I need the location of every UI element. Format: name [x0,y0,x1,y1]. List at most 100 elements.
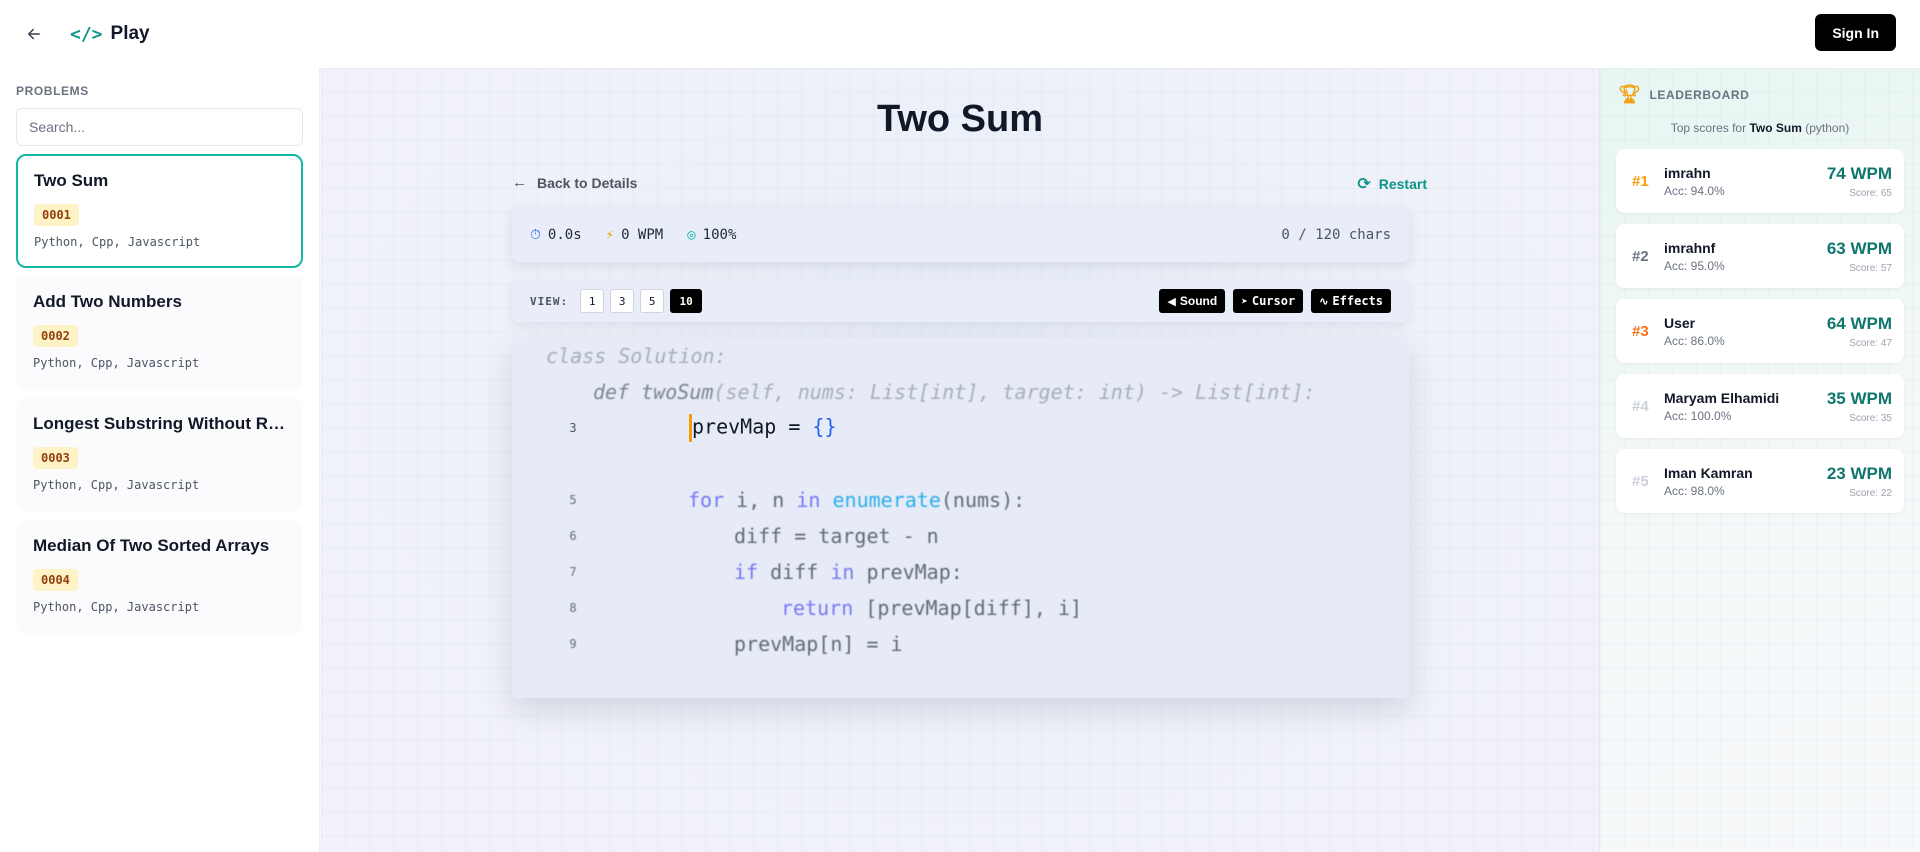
problem-list: Two Sum 0001 Python, Cpp, Javascript Add… [16,154,303,634]
line-number: 5 [569,493,577,507]
player-score: Score: 35 [1849,412,1892,424]
view-option-3[interactable]: 3 [610,289,635,313]
view-option-10[interactable]: 10 [670,289,703,313]
player-wpm: 64 WPM [1826,313,1892,333]
typing-area: Two Sum ← Back to Details ⟳ Restart ⏱ 0.… [321,68,1599,852]
problem-item-add-two-numbers[interactable]: Add Two Numbers 0002 Python, Cpp, Javasc… [16,276,303,390]
player-name: imrahn [1664,164,1711,181]
player-wpm: 74 WPM [1826,163,1892,183]
effects-label: Effects [1332,294,1383,308]
problem-item-longest-substring[interactable]: Longest Substring Without Re... 0003 Pyt… [16,398,303,512]
wpm-value: 0 WPM [621,226,664,243]
view-option-1[interactable]: 1 [580,289,605,313]
search-input[interactable] [16,108,303,146]
refresh-icon: ⟳ [1357,176,1371,193]
player-score: Score: 65 [1849,187,1892,199]
sound-label: Sound [1179,294,1218,308]
view-toolbar: VIEW: 1 3 5 10 ◀ Sound ➤ Cursor ∿ Effect… [512,280,1409,322]
player-score: Score: 57 [1849,262,1892,274]
problem-title: Add Two Numbers [33,292,182,311]
problem-languages: Python, Cpp, Javascript [33,600,200,614]
problem-title: Two Sum [34,171,109,190]
leaderboard-row[interactable]: #3 User Acc: 86.0% 64 WPM Score: 47 [1616,299,1904,363]
rank-label: #3 [1632,322,1649,340]
code-editor[interactable]: class Solution: def twoSum(self, nums: L… [512,338,1409,698]
sound-toggle[interactable]: ◀ Sound [1159,289,1226,313]
leaderboard-panel: 🏆︎ LEADERBOARD Top scores for Two Sum (p… [1599,68,1920,852]
leaderboard-subtitle: Top scores for Two Sum (python) [1670,121,1850,135]
restart-button[interactable]: ⟳ Restart [1357,174,1427,194]
leaderboard-row[interactable]: #1 imrahn Acc: 94.0% 74 WPM Score: 65 [1616,149,1904,213]
back-arrow-button[interactable] [24,24,44,44]
problem-title: Longest Substring Without Re... [33,414,286,433]
accuracy-stat: ◎ 100% [687,227,736,243]
leaderboard-heading: 🏆︎ LEADERBOARD [1618,84,1750,104]
problem-id-badge: 0001 [34,204,79,226]
problem-title: Median Of Two Sorted Arrays [33,536,270,555]
leaderboard-row[interactable]: #5 Iman Kamran Acc: 98.0% 23 WPM Score: 22 [1616,449,1904,513]
player-accuracy: Acc: 86.0% [1664,333,1725,348]
player-wpm: 35 WPM [1826,388,1892,408]
accuracy-value: 100% [702,226,737,243]
stats-bar: ⏱ 0.0s ⚡ 0 WPM ◎ 100% 0 / 120 chars [512,207,1409,262]
rank-label: #5 [1632,472,1649,490]
player-name: Maryam Elhamidi [1664,389,1780,406]
restart-label: Restart [1378,176,1427,192]
player-score: Score: 22 [1849,487,1892,499]
page-title: Two Sum [876,98,1044,140]
player-name: imrahnf [1664,239,1716,256]
player-accuracy: Acc: 94.0% [1664,183,1725,198]
cursor-label: Cursor [1251,294,1296,308]
problem-id-badge: 0004 [33,569,78,591]
line-number: 3 [569,421,577,435]
cursor-toggle[interactable]: ➤ Cursor [1233,289,1304,313]
player-accuracy: Acc: 95.0% [1664,258,1725,273]
player-accuracy: Acc: 98.0% [1664,483,1725,498]
view-label: VIEW: [530,294,569,308]
leaderboard-list: #1 imrahn Acc: 94.0% 74 WPM Score: 65 #2 i… [1616,149,1904,513]
view-option-5[interactable]: 5 [640,289,665,313]
line-number: 9 [569,637,577,651]
effects-toggle[interactable]: ∿ Effects [1311,289,1391,313]
wpm-stat: ⚡ 0 WPM [606,227,664,243]
brand-name: Play [110,23,150,44]
problem-id-badge: 0003 [33,447,78,469]
player-name: User [1664,314,1696,331]
problem-languages: Python, Cpp, Javascript [34,235,201,249]
cursor-icon: ➤ [1241,294,1248,308]
player-wpm: 63 WPM [1826,238,1892,258]
problem-item-two-sum[interactable]: Two Sum 0001 Python, Cpp, Javascript [16,154,303,268]
player-score: Score: 47 [1849,337,1892,349]
player-wpm: 23 WPM [1826,463,1892,483]
player-accuracy: Acc: 100.0% [1664,408,1732,423]
line-number: 6 [569,529,577,543]
target-icon: ◎ [687,226,696,243]
problems-sidebar: PROBLEMS Two Sum 0001 Python, Cpp, Javas… [0,68,320,852]
problem-id-badge: 0002 [33,325,78,347]
tool-buttons: ◀ Sound ➤ Cursor ∿ Effects [1151,289,1391,313]
back-to-details-label: Back to Details [537,174,638,191]
code-icon: </> [70,23,103,45]
rank-label: #1 [1632,172,1649,190]
brand[interactable]: </> Play [70,23,150,45]
trophy-icon: 🏆︎ [1618,84,1642,104]
player-name: Iman Kamran [1664,464,1753,481]
sidebar-heading: PROBLEMS [16,84,89,98]
arrow-left-icon: ← [512,174,527,191]
timer-stat: ⏱ 0.0s [530,227,582,243]
back-to-details-link[interactable]: ← Back to Details [512,174,637,191]
sign-in-button[interactable]: Sign In [1815,14,1896,51]
problem-languages: Python, Cpp, Javascript [33,478,200,492]
line-number: 8 [569,601,577,615]
stopwatch-icon: ⏱ [530,226,541,243]
leaderboard-row[interactable]: #4 Maryam Elhamidi Acc: 100.0% 35 WPM Scor… [1616,374,1904,438]
timer-value: 0.0s [547,226,582,243]
leaderboard-row[interactable]: #2 imrahnf Acc: 95.0% 63 WPM Score: 57 [1616,224,1904,288]
speaker-icon: ◀ [1167,295,1176,308]
rank-label: #4 [1632,397,1649,415]
top-header: </> Play Sign In [0,0,1920,68]
char-count: 0 / 120 chars [1281,226,1391,243]
activity-icon: ∿ [1319,294,1329,308]
problem-item-median-two-sorted[interactable]: Median Of Two Sorted Arrays 0004 Python,… [16,520,303,634]
arrow-left-icon [27,28,40,40]
